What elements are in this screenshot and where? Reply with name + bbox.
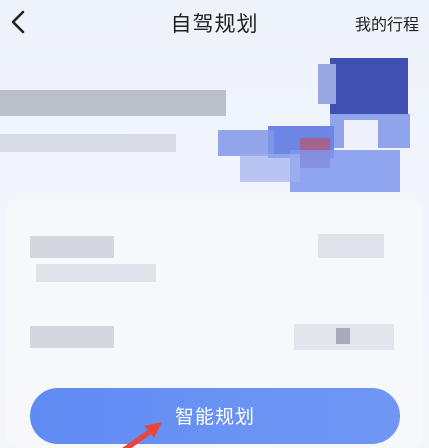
censored-sublabel <box>36 264 156 282</box>
form-row-start[interactable] <box>6 216 423 286</box>
censored-image-block <box>344 120 378 150</box>
censored-value <box>318 234 384 258</box>
censored-image-block <box>290 150 400 192</box>
censored-image-block <box>318 64 336 104</box>
censored-label <box>30 236 114 258</box>
censored-label <box>30 326 114 348</box>
censored-banner <box>0 50 429 200</box>
censored-text-line <box>0 90 226 116</box>
smart-plan-button-label: 智能规划 <box>174 405 255 428</box>
red-arrow-icon <box>122 422 162 448</box>
censored-image-block <box>218 130 274 156</box>
navigation-bar: 自驾规划 我的行程 <box>0 0 429 44</box>
form-row-destination[interactable] <box>6 310 423 380</box>
censored-image-block <box>330 58 408 114</box>
smart-plan-button[interactable]: 智能规划 <box>30 388 400 444</box>
censored-value-mark <box>336 328 350 344</box>
censored-image-block <box>240 154 300 182</box>
censored-text-line <box>0 134 176 152</box>
my-trips-link[interactable]: 我的行程 <box>355 11 419 35</box>
